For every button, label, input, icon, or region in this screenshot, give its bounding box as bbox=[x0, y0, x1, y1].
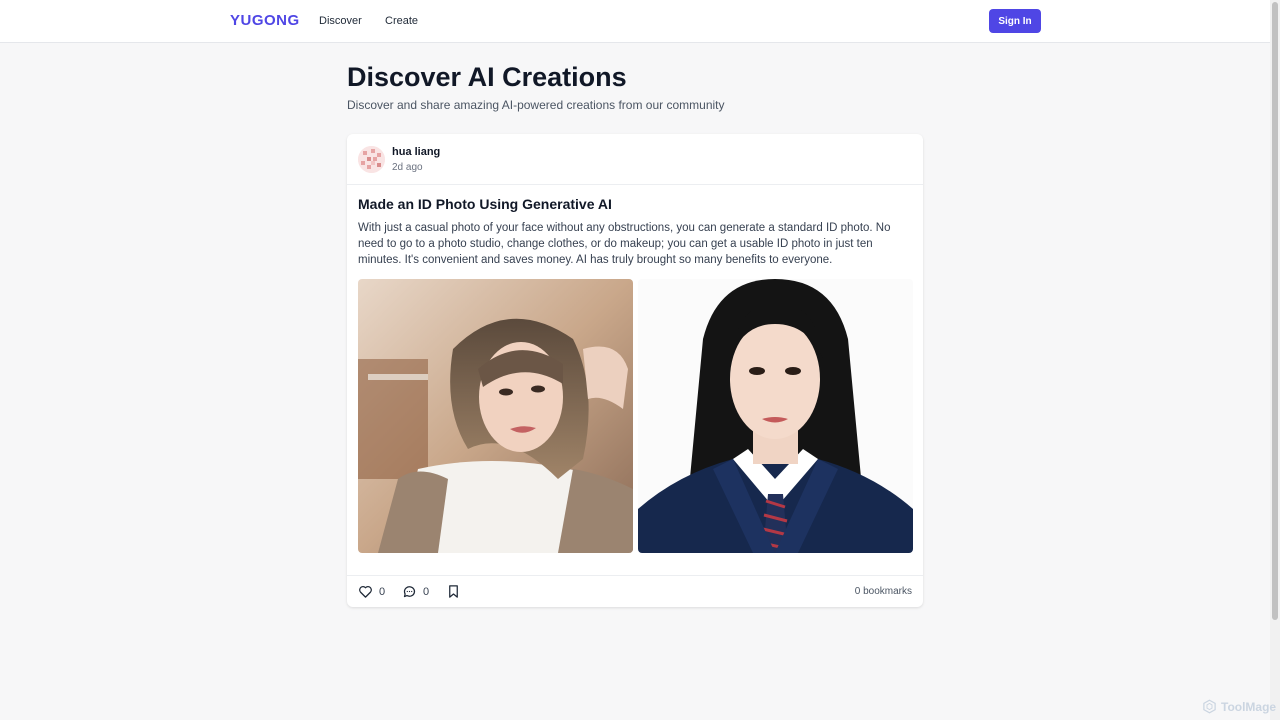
casual-portrait-image[interactable] bbox=[358, 279, 633, 553]
id-portrait-image[interactable] bbox=[638, 279, 913, 553]
page-title: Discover AI Creations bbox=[347, 62, 627, 92]
post-title[interactable]: Made an ID Photo Using Generative AI bbox=[358, 196, 612, 212]
like-button[interactable]: 0 bbox=[358, 584, 385, 599]
comment-icon bbox=[403, 586, 416, 598]
post-timestamp: 2d ago bbox=[392, 162, 423, 173]
watermark-text: ToolMage bbox=[1221, 699, 1277, 714]
comment-button[interactable]: 0 bbox=[402, 584, 429, 599]
brand-logo[interactable]: YUGONG bbox=[230, 12, 300, 29]
author-name[interactable]: hua liang bbox=[392, 146, 440, 158]
page-subtitle: Discover and share amazing AI-powered cr… bbox=[347, 98, 725, 112]
post-card: hua liang 2d ago Made an ID Photo Using … bbox=[347, 134, 923, 607]
bookmark-icon bbox=[449, 585, 458, 598]
avatar[interactable] bbox=[358, 146, 385, 173]
toolmage-logo-icon bbox=[1203, 699, 1216, 714]
top-navbar: YUGONG Discover Create Sign In bbox=[0, 0, 1270, 43]
bookmark-count: 0 bookmarks bbox=[854, 586, 912, 597]
scrollbar-thumb[interactable] bbox=[1272, 2, 1278, 620]
bookmark-button[interactable] bbox=[446, 584, 461, 599]
post-body: With just a casual photo of your face wi… bbox=[358, 222, 891, 266]
like-count: 0 bbox=[379, 585, 386, 598]
comment-count: 0 bbox=[423, 585, 430, 598]
sign-in-button[interactable]: Sign In bbox=[989, 9, 1041, 33]
nav-discover[interactable]: Discover bbox=[319, 15, 362, 27]
page-scrollbar[interactable] bbox=[1270, 0, 1280, 720]
avatar-pattern-icon bbox=[358, 146, 385, 173]
casual-portrait-photo-icon bbox=[358, 279, 633, 553]
id-portrait-photo-icon bbox=[638, 279, 913, 553]
post-header: hua liang 2d ago bbox=[347, 134, 923, 185]
nav-create[interactable]: Create bbox=[385, 15, 418, 27]
watermark: ToolMage bbox=[1202, 699, 1276, 714]
heart-icon bbox=[359, 586, 372, 598]
post-actions: 0 0 0 bookmarks bbox=[347, 575, 923, 607]
